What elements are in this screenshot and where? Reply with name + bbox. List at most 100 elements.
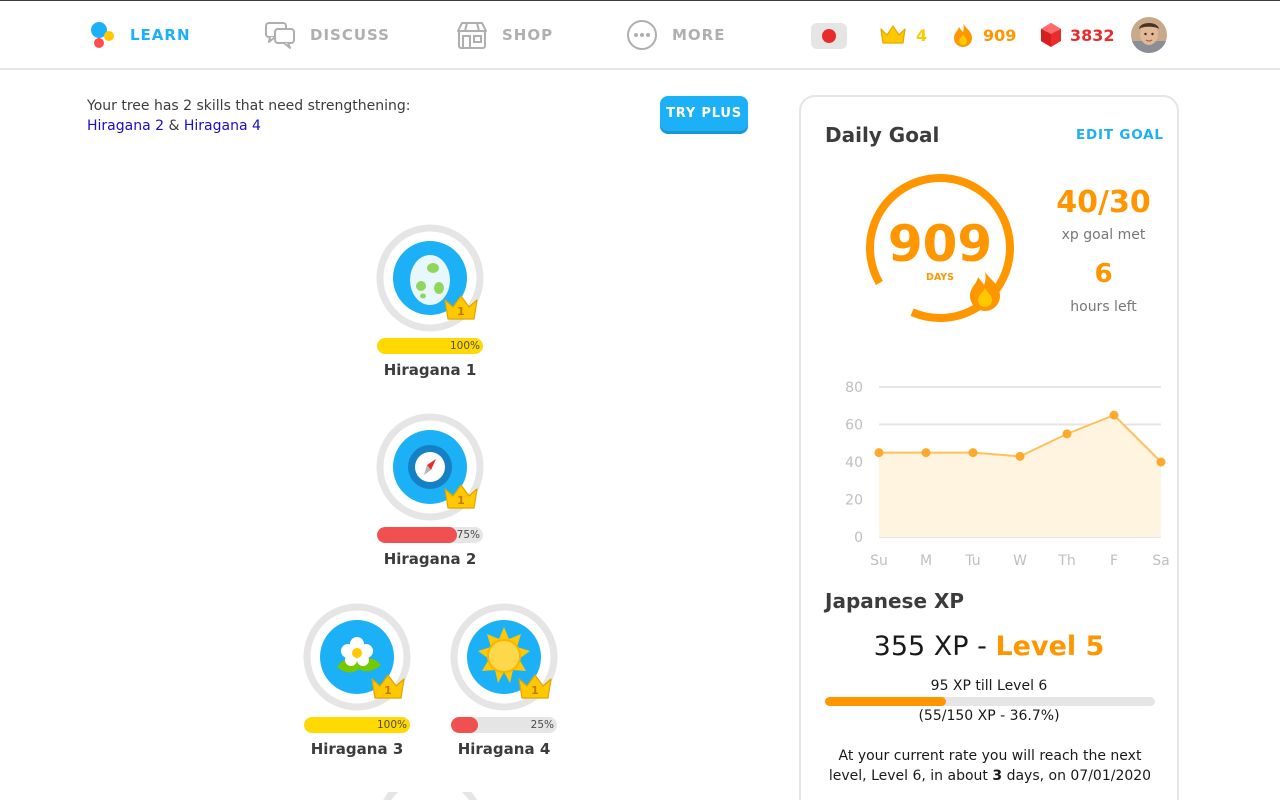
skill-crown-level: 1 xyxy=(457,494,465,507)
nav-shop-label: SHOP xyxy=(502,26,554,44)
chart-y-tick-label: 0 xyxy=(854,530,863,546)
ampersand: & xyxy=(168,118,180,134)
xp-total: 355 XP - xyxy=(873,631,987,662)
streak-counter[interactable]: 909 xyxy=(951,1,1016,69)
flame-icon xyxy=(954,23,972,47)
xp-level-line: 355 XP - Level 5 xyxy=(801,631,1177,662)
chart-x-tick-label: Su xyxy=(870,553,888,569)
skill-progress-fill xyxy=(451,717,478,733)
streak-flame-icon xyxy=(970,271,1000,311)
more-icon xyxy=(627,20,657,50)
chart-point xyxy=(1015,451,1025,461)
skill-crown-icon: 1 xyxy=(371,674,405,699)
hours-left-value: 6 xyxy=(1094,259,1113,289)
nav-learn[interactable]: LEARN xyxy=(88,1,191,69)
chart-x-tick-label: Sa xyxy=(1152,553,1169,569)
chart-y-tick-label: 20 xyxy=(845,493,863,509)
avatar-image xyxy=(1131,17,1167,53)
next-skill-ring-partial[interactable] xyxy=(376,792,484,800)
nav-more[interactable]: MORE xyxy=(626,1,725,69)
edit-goal-link[interactable]: EDIT GOAL xyxy=(1076,127,1164,143)
chart-x-tick-label: Tu xyxy=(964,553,980,569)
chart-y-tick-label: 40 xyxy=(845,455,863,471)
skill-name: Hiragana 1 xyxy=(383,361,477,379)
gem-icon xyxy=(1041,23,1061,47)
skill-crown-icon: 1 xyxy=(444,295,478,320)
skill-crown-icon: 1 xyxy=(518,674,552,699)
skill-crown-level: 1 xyxy=(457,305,465,318)
strengthen-notice: Your tree has 2 skills that need strengt… xyxy=(87,96,410,136)
chart-y-tick-label: 80 xyxy=(845,380,863,396)
try-plus-button[interactable]: TRY PLUS xyxy=(660,96,748,131)
skill-hiragana-2[interactable]: 1 75% Hiragana 2 xyxy=(370,413,490,573)
nav-more-label: MORE xyxy=(672,26,726,44)
skill-name: Hiragana 4 xyxy=(457,740,551,758)
skill-progress-percent: 100% xyxy=(449,340,480,352)
gems-counter[interactable]: 3832 xyxy=(1040,1,1115,69)
xp-level: Level 5 xyxy=(995,631,1105,662)
chart-x-tick-label: Th xyxy=(1057,553,1075,569)
forecast-text-post: days, on 07/01/2020 xyxy=(1006,768,1152,784)
nav-discuss-label: DISCUSS xyxy=(310,26,390,44)
level-progress-bar xyxy=(825,697,1155,706)
japanese-xp-title: Japanese XP xyxy=(825,589,965,613)
language-flag-button[interactable] xyxy=(811,23,847,49)
skill-crown-icon: 1 xyxy=(444,484,478,509)
chart-x-tick-label: M xyxy=(920,553,932,569)
japan-flag-icon xyxy=(822,29,836,43)
chart-point xyxy=(921,448,931,458)
skill-progress-fill xyxy=(377,527,457,543)
xp-goal-caption: xp goal met xyxy=(1061,227,1146,243)
skill-progress-percent: 75% xyxy=(456,529,480,541)
forecast-days: 3 xyxy=(992,768,1003,784)
chart-point xyxy=(874,448,884,458)
daily-goal-title: Daily Goal xyxy=(825,123,940,147)
streak-days-value: 909 xyxy=(888,215,992,273)
chart-point xyxy=(1062,429,1072,439)
gems-count: 3832 xyxy=(1070,25,1115,45)
skill-progress-percent: 100% xyxy=(376,719,407,731)
chart-point xyxy=(968,448,978,458)
top-navigation-bar: LEARN DISCUSS SHOP MORE 4 909 3832 xyxy=(0,0,1280,70)
nav-learn-label: LEARN xyxy=(130,26,191,44)
user-avatar[interactable] xyxy=(1131,17,1167,53)
skill-progress-bar: 100% xyxy=(377,338,483,354)
strengthen-notice-text: Your tree has 2 skills that need strengt… xyxy=(87,98,411,114)
hours-left-caption: hours left xyxy=(1070,299,1137,315)
chart-point xyxy=(1109,410,1119,420)
chart-x-tick-label: W xyxy=(1013,553,1027,569)
skill-progress-bar: 25% xyxy=(451,717,557,733)
crown-icon xyxy=(880,25,906,44)
weekly-xp-chart: 0 20 40 60 80 Su M Tu W Th F Sa xyxy=(845,380,1170,569)
skill-progress-bar: 75% xyxy=(377,527,483,543)
skill-crown-level: 1 xyxy=(384,684,392,697)
xp-till-next-level: 95 XP till Level 6 xyxy=(930,678,1048,694)
streak-days-label: DAYS xyxy=(926,272,954,283)
chart-x-tick-label: F xyxy=(1110,553,1118,569)
skill-hiragana-4[interactable]: 1 25% Hiragana 4 xyxy=(444,603,564,763)
crowns-counter[interactable]: 4 xyxy=(878,1,927,69)
skill-crown-level: 1 xyxy=(531,684,539,697)
skill-hiragana-3[interactable]: 1 100% Hiragana 3 xyxy=(297,603,417,763)
skill-name: Hiragana 2 xyxy=(383,550,477,568)
level-progress-detail: (55/150 XP - 36.7%) xyxy=(918,708,1060,724)
skill-progress-bar: 100% xyxy=(304,717,410,733)
discuss-icon xyxy=(265,22,295,49)
skill-link-hiragana-2[interactable]: Hiragana 2 xyxy=(87,118,164,134)
nav-discuss[interactable]: DISCUSS xyxy=(264,1,390,69)
shop-icon xyxy=(457,22,487,49)
streak-ring: 909 DAYS xyxy=(866,174,1014,322)
crowns-count: 4 xyxy=(916,25,928,45)
xp-goal-value: 40/30 xyxy=(1056,185,1151,220)
level-progress-fill xyxy=(825,697,947,706)
streak-count: 909 xyxy=(983,25,1017,45)
skill-link-hiragana-4[interactable]: Hiragana 4 xyxy=(184,118,261,134)
level-forecast-note: At your current rate you will reach the … xyxy=(827,746,1153,786)
skill-name: Hiragana 3 xyxy=(310,740,404,758)
learn-icon xyxy=(91,22,114,48)
nav-shop[interactable]: SHOP xyxy=(456,1,553,69)
skill-progress-percent: 25% xyxy=(530,719,554,731)
chart-point xyxy=(1156,457,1166,467)
skill-hiragana-1[interactable]: 1 100% Hiragana 1 xyxy=(370,224,490,384)
chart-y-tick-label: 60 xyxy=(845,418,863,434)
